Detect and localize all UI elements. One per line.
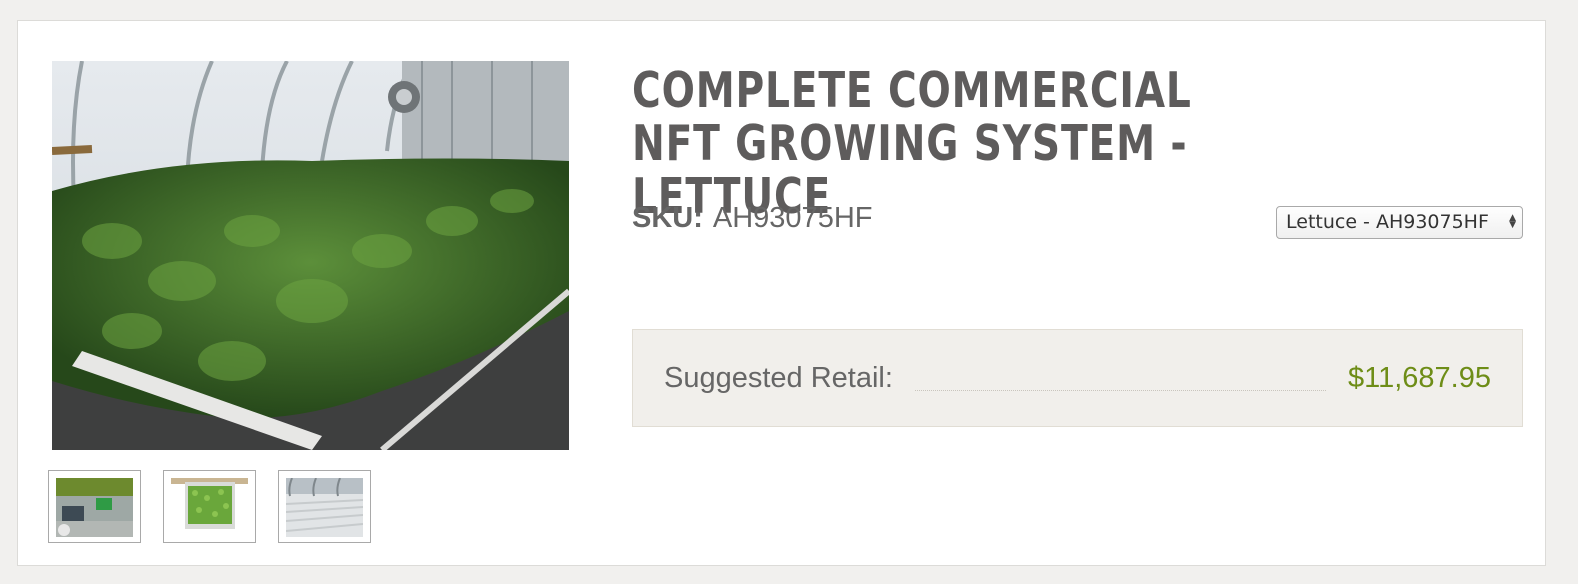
variant-select-value: Lettuce - AH93075HF: [1286, 211, 1489, 233]
retail-label: Suggested Retail:: [664, 362, 893, 394]
thumbnail-2[interactable]: [163, 470, 256, 543]
dotted-leader: [915, 390, 1326, 391]
product-title: Complete Commercial NFT Growing System -…: [632, 62, 1192, 225]
select-arrows-icon: ▲ ▼: [1509, 213, 1516, 230]
sku-value: AH93075HF: [712, 202, 873, 234]
main-product-image[interactable]: [52, 61, 569, 450]
thumbnail-3[interactable]: [278, 470, 371, 543]
sku-label: SKU:: [632, 202, 703, 234]
thumbnail-1[interactable]: [48, 470, 141, 543]
sku-line: SKU: AH93075HF: [632, 202, 872, 235]
retail-price-box: Suggested Retail: $11,687.95: [632, 329, 1523, 427]
retail-price: $11,687.95: [1348, 362, 1491, 394]
variant-select[interactable]: Lettuce - AH93075HF ▲ ▼: [1276, 206, 1523, 239]
